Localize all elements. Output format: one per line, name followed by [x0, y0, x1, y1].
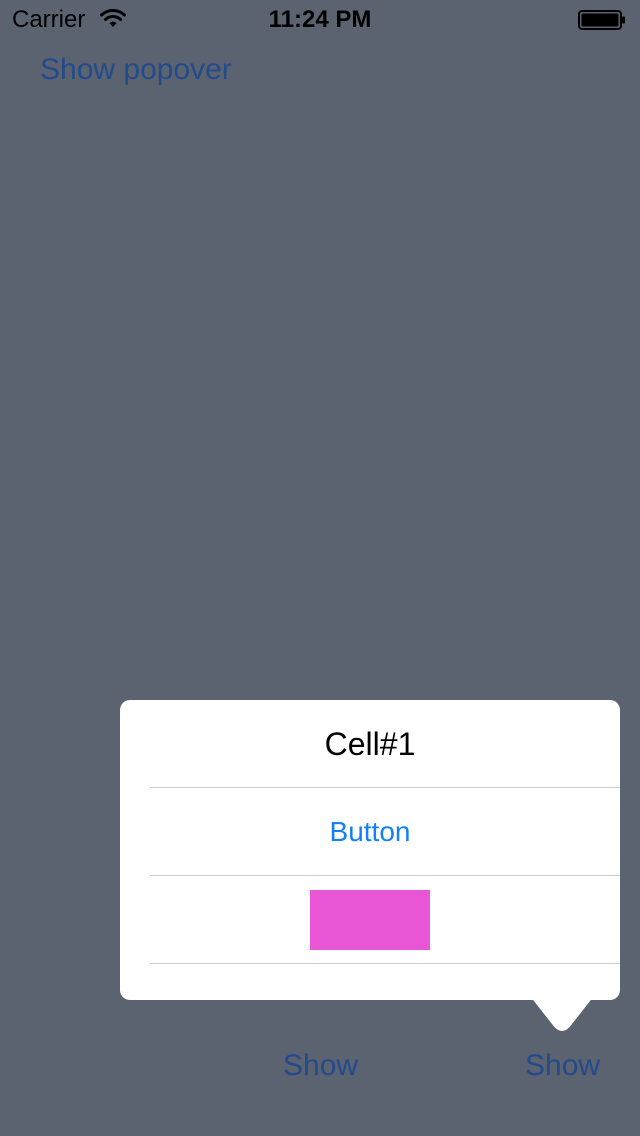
popover: Cell#1 Button	[120, 700, 620, 1000]
table-cell-swatch	[120, 876, 620, 964]
table-cell-title: Cell#1	[120, 700, 620, 788]
table-cell-button: Button	[120, 788, 620, 876]
status-time: 11:24 PM	[268, 6, 372, 33]
popover-arrow	[530, 996, 594, 1031]
battery-icon	[578, 10, 625, 30]
cell-title-label: Cell#1	[324, 726, 416, 762]
cell-divider	[150, 963, 620, 964]
popover-button[interactable]: Button	[120, 814, 620, 850]
color-swatch	[310, 890, 430, 950]
status-bar: Carrier 11:24 PM	[0, 0, 640, 40]
show-button-center[interactable]: Show	[283, 1048, 358, 1084]
show-button-right[interactable]: Show	[525, 1048, 600, 1084]
show-popover-button[interactable]: Show popover	[40, 52, 232, 88]
